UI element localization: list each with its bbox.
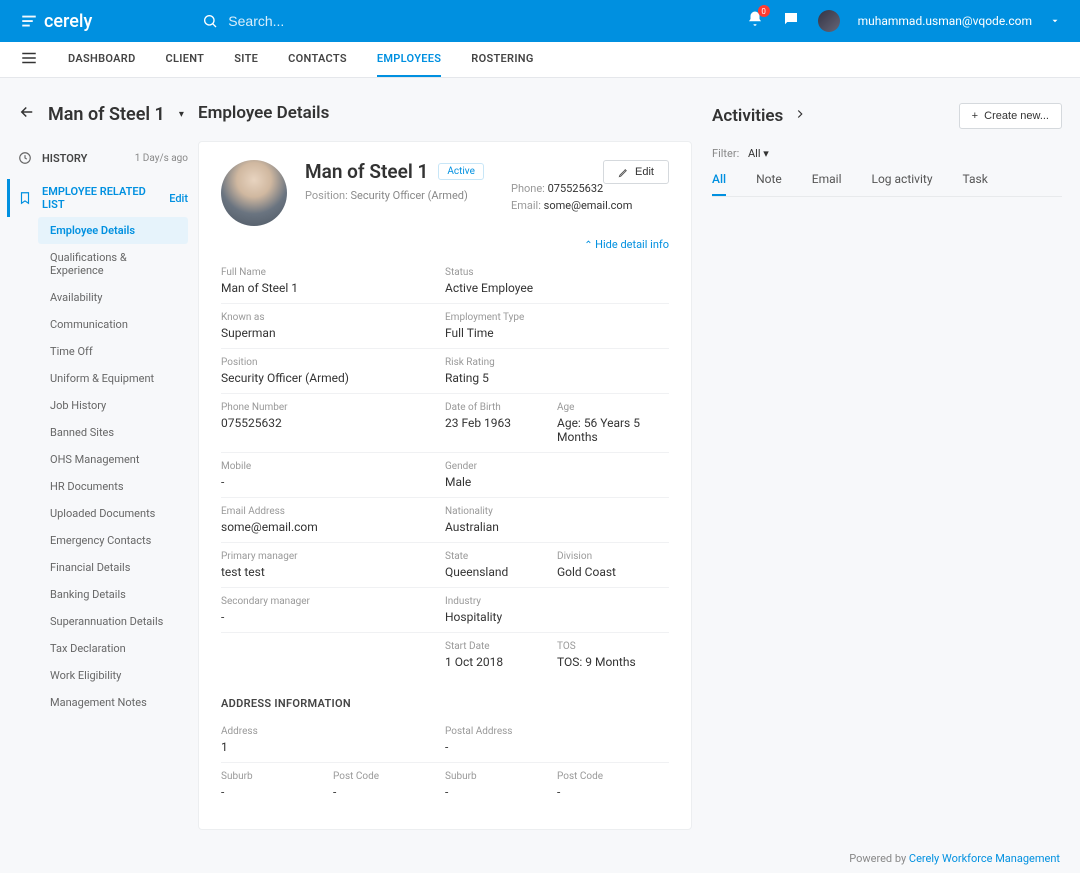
main-heading: Employee Details [198, 103, 692, 123]
chat-icon [782, 10, 800, 28]
field-email: some@email.com [221, 520, 445, 534]
address-section-title: ADDRESS INFORMATION [221, 697, 669, 710]
field-state: Queensland [445, 565, 557, 579]
back-button[interactable] [18, 103, 36, 125]
search-icon [202, 13, 218, 29]
field-dob: 23 Feb 1963 [445, 416, 557, 430]
hamburger-icon [20, 49, 38, 67]
activities-title: Activities [712, 106, 783, 126]
sidebar-item-work-eligibility[interactable]: Work Eligibility [42, 662, 188, 689]
activity-tab-note[interactable]: Note [756, 172, 782, 196]
pencil-icon [618, 167, 629, 178]
field-risk: Rating 5 [445, 371, 669, 385]
brand-logo[interactable]: cerely [20, 11, 92, 32]
field-address: 1 [221, 740, 445, 754]
field-emp-type: Full Time [445, 326, 669, 340]
page-title: Man of Steel 1 [48, 104, 165, 125]
sidebar-item-banned-sites[interactable]: Banned Sites [42, 419, 188, 446]
field-suburb-postal: - [445, 785, 557, 799]
sidebar-item-ohs-management[interactable]: OHS Management [42, 446, 188, 473]
sidebar-item-banking-details[interactable]: Banking Details [42, 581, 188, 608]
activity-tab-log-activity[interactable]: Log activity [872, 172, 933, 196]
history-icon [18, 151, 32, 165]
field-position: Security Officer (Armed) [221, 371, 445, 385]
nav-tab-employees[interactable]: EMPLOYEES [377, 42, 441, 77]
activities-expand[interactable] [793, 107, 807, 125]
sidebar-item-communication[interactable]: Communication [42, 311, 188, 338]
sidebar-item-emergency-contacts[interactable]: Emergency Contacts [42, 527, 188, 554]
sidebar-item-time-off[interactable]: Time Off [42, 338, 188, 365]
sidebar-item-availability[interactable]: Availability [42, 284, 188, 311]
avatar[interactable] [818, 10, 840, 32]
nav-tab-rostering[interactable]: ROSTERING [471, 42, 533, 77]
nav-tab-site[interactable]: SITE [234, 42, 258, 77]
sidebar-related-header[interactable]: EMPLOYEE RELATED LIST Edit [7, 179, 188, 217]
chevron-right-icon [793, 107, 807, 121]
sidebar-item-superannuation-details[interactable]: Superannuation Details [42, 608, 188, 635]
create-new-button[interactable]: + Create new... [959, 103, 1062, 129]
nav-tab-dashboard[interactable]: DASHBOARD [68, 42, 136, 77]
field-nationality: Australian [445, 520, 669, 534]
arrow-left-icon [18, 103, 36, 121]
sidebar-item-management-notes[interactable]: Management Notes [42, 689, 188, 716]
sidebar-item-employee-details[interactable]: Employee Details [38, 217, 188, 244]
messages-button[interactable] [782, 10, 800, 32]
status-badge: Active [438, 163, 484, 180]
sidebar-edit-link[interactable]: Edit [169, 192, 188, 205]
footer: Powered by Cerely Workforce Management [0, 842, 1080, 873]
notif-badge: 0 [758, 5, 770, 17]
search-input[interactable] [228, 13, 428, 29]
field-gender: Male [445, 475, 669, 489]
sidebar-item-uploaded-documents[interactable]: Uploaded Documents [42, 500, 188, 527]
employee-name: Man of Steel 1 [305, 160, 428, 183]
field-secondary-manager: - [221, 610, 445, 624]
field-start-date: 1 Oct 2018 [445, 655, 557, 669]
menu-toggle[interactable] [20, 49, 38, 71]
sidebar-item-uniform-equipment[interactable]: Uniform & Equipment [42, 365, 188, 392]
field-postal-address: - [445, 740, 669, 754]
notifications-button[interactable]: 0 [746, 10, 764, 32]
sidebar-item-financial-details[interactable]: Financial Details [42, 554, 188, 581]
nav-tab-client[interactable]: CLIENT [166, 42, 205, 77]
field-age: Age: 56 Years 5 Months [557, 416, 669, 444]
field-postcode: - [333, 785, 445, 799]
activity-tab-all[interactable]: All [712, 172, 726, 196]
field-industry: Hospitality [445, 610, 669, 624]
field-tos: TOS: 9 Months [557, 655, 669, 669]
filter-value[interactable]: All ▾ [748, 147, 769, 160]
sidebar-item-tax-declaration[interactable]: Tax Declaration [42, 635, 188, 662]
bookmark-icon [18, 191, 32, 205]
field-primary-manager: test test [221, 565, 445, 579]
field-suburb: - [221, 785, 333, 799]
employee-avatar [221, 160, 287, 226]
field-mobile: - [221, 475, 445, 489]
footer-link[interactable]: Cerely Workforce Management [909, 852, 1060, 865]
edit-button[interactable]: Edit [603, 160, 669, 184]
title-dropdown[interactable]: ▾ [179, 109, 184, 120]
activity-tab-email[interactable]: Email [812, 172, 842, 196]
sidebar-history-header[interactable]: HISTORY 1 Day/s ago [18, 145, 188, 171]
sidebar-item-job-history[interactable]: Job History [42, 392, 188, 419]
chevron-down-icon[interactable] [1050, 16, 1060, 26]
sidebar-item-hr-documents[interactable]: HR Documents [42, 473, 188, 500]
field-division: Gold Coast [557, 565, 669, 579]
field-phone: 075525632 [221, 416, 445, 430]
nav-tab-contacts[interactable]: CONTACTS [288, 42, 347, 77]
field-status: Active Employee [445, 281, 669, 295]
activity-tab-task[interactable]: Task [963, 172, 988, 196]
sidebar-item-qualifications-experience[interactable]: Qualifications & Experience [42, 244, 188, 284]
user-email: muhammad.usman@vqode.com [858, 14, 1032, 28]
field-postcode-postal: - [557, 785, 669, 799]
field-full-name: Man of Steel 1 [221, 281, 445, 295]
hide-detail-toggle[interactable]: Hide detail info [221, 238, 669, 251]
field-known-as: Superman [221, 326, 445, 340]
